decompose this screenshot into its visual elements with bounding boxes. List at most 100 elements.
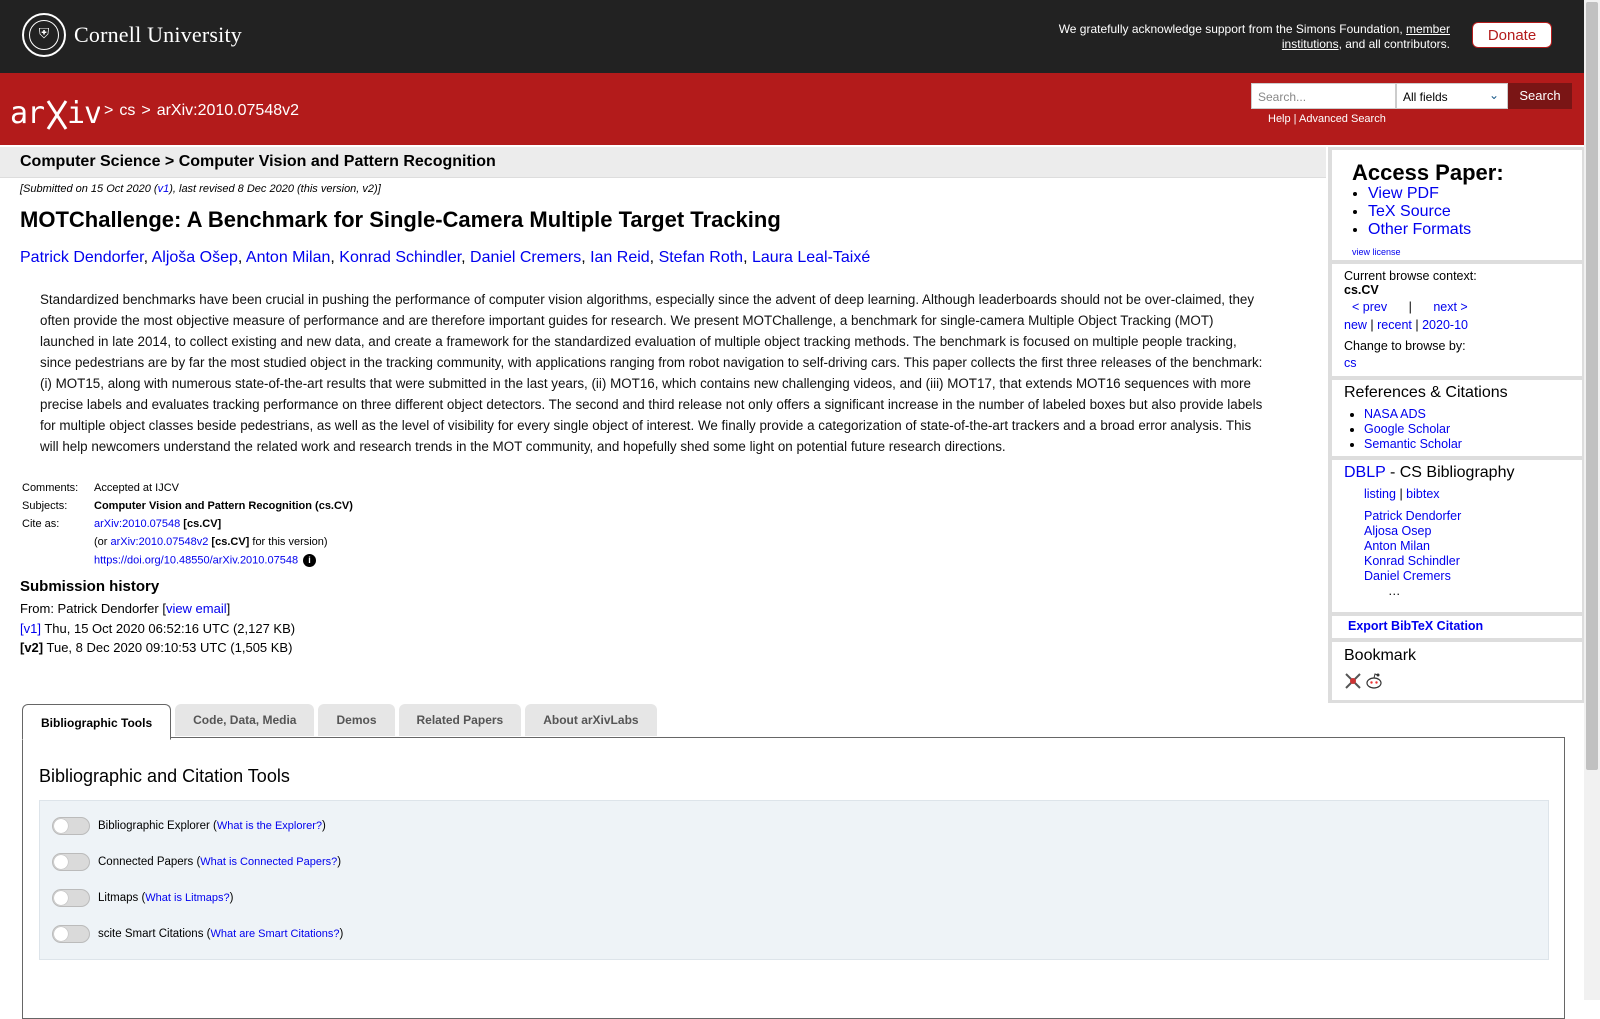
nasa-ads-link[interactable]: NASA ADS — [1364, 407, 1426, 421]
page-scrollbar[interactable] — [1584, 0, 1600, 1000]
author-link[interactable]: Anton Milan — [246, 249, 331, 266]
v1-link[interactable]: v1 — [158, 183, 170, 195]
references-heading: References & Citations — [1344, 384, 1508, 401]
dblp-link[interactable]: DBLP — [1344, 464, 1386, 481]
tools-list: Bibliographic Explorer (What is the Expl… — [39, 800, 1549, 960]
cite-value: arXiv:2010.07548 [cs.CV] — [92, 515, 355, 533]
prev-link[interactable]: < prev — [1352, 300, 1387, 314]
arxiv-logo[interactable]: ar iv — [10, 93, 100, 133]
v1-version-link[interactable]: [v1] — [20, 621, 41, 636]
month-link[interactable]: 2020-10 — [1422, 318, 1468, 332]
dblp-author-link[interactable]: Anton Milan — [1364, 539, 1430, 553]
export-bibtex-link[interactable]: Export BibTeX Citation — [1348, 619, 1483, 633]
empty-cell — [20, 533, 92, 551]
search-input[interactable]: Search... — [1251, 83, 1396, 109]
access-item: TeX Source — [1368, 203, 1471, 221]
cite-link[interactable]: arXiv:2010.07548 — [94, 518, 180, 530]
cornell-seal-icon: ⛨ — [22, 13, 66, 57]
advanced-search-link[interactable]: Advanced Search — [1299, 113, 1386, 125]
search-button[interactable]: Search — [1508, 83, 1572, 109]
tab-demos[interactable]: Demos — [318, 704, 395, 736]
breadcrumb-cs[interactable]: cs — [119, 102, 135, 119]
bibsonomy-icon[interactable] — [1344, 672, 1362, 690]
scite-toggle[interactable] — [52, 925, 90, 943]
search-field-select[interactable]: All fields ⌄ — [1396, 83, 1508, 109]
bookmark-box: Bookmark — [1332, 642, 1582, 700]
google-scholar-link[interactable]: Google Scholar — [1364, 422, 1450, 436]
v2-details: Tue, 8 Dec 2020 09:10:53 UTC (1,505 KB) — [43, 640, 293, 655]
litmaps-toggle[interactable] — [52, 889, 90, 907]
dblp-heading-rest: - CS Bibliography — [1385, 464, 1515, 481]
cornell-name: Cornell University — [74, 22, 242, 47]
breadcrumb-sep: > — [141, 102, 151, 119]
help-link[interactable]: Help — [1268, 113, 1291, 125]
doi-row: https://doi.org/10.48550/arXiv.2010.0754… — [20, 551, 355, 570]
dblp-listing-link[interactable]: listing — [1364, 487, 1396, 501]
tex-source-link[interactable]: TeX Source — [1368, 203, 1451, 220]
toggle-knob — [54, 855, 68, 869]
view-email-link[interactable]: view email — [166, 601, 227, 616]
info-icon[interactable]: i — [303, 554, 317, 567]
ref-item: Semantic Scholar — [1364, 437, 1462, 452]
dblp-author-link[interactable]: Daniel Cremers — [1364, 569, 1451, 583]
dblp-author-link[interactable]: Patrick Dendorfer — [1364, 509, 1461, 523]
access-item: Other Formats — [1368, 221, 1471, 239]
breadcrumb-paper-id: arXiv:2010.07548v2 — [156, 102, 300, 119]
subjects-row: Subjects: Computer Vision and Pattern Re… — [20, 497, 355, 515]
access-paper-heading: Access Paper: — [1352, 160, 1504, 185]
export-box: Export BibTeX Citation — [1332, 616, 1582, 638]
author-link[interactable]: Aljoša Ošep — [152, 249, 238, 266]
comments-label: Comments: — [22, 482, 79, 494]
recent-link[interactable]: recent — [1377, 318, 1412, 332]
dblp-author-link[interactable]: Konrad Schindler — [1364, 554, 1460, 568]
scrollbar-thumb[interactable] — [1586, 2, 1598, 770]
cornell-logo[interactable]: ⛨ Cornell University — [22, 13, 242, 57]
browse-context-value: cs.CV — [1344, 283, 1379, 297]
cite-version-row: (or arXiv:2010.07548v2 [cs.CV] for this … — [20, 533, 355, 551]
view-pdf-link[interactable]: View PDF — [1368, 185, 1439, 202]
tool-row-scite: scite Smart Citations (What are Smart Ci… — [52, 925, 343, 943]
author-link[interactable]: Ian Reid — [590, 249, 650, 266]
author-link[interactable]: Konrad Schindler — [339, 249, 461, 266]
dblp-more-ellipsis[interactable]: … — [1364, 584, 1461, 599]
tab-code-data-media[interactable]: Code, Data, Media — [175, 704, 315, 736]
reddit-icon[interactable] — [1365, 672, 1383, 690]
comments-row: Comments: Accepted at IJCV — [20, 479, 355, 497]
main-content: [Submitted on 15 Oct 2020 (v1), last rev… — [20, 180, 1310, 658]
what-is-connected-papers-link[interactable]: What is Connected Papers? — [200, 856, 337, 868]
next-link[interactable]: next > — [1433, 300, 1467, 314]
author-link[interactable]: Laura Leal-Taixé — [752, 249, 870, 266]
dblp-bibtex-link[interactable]: bibtex — [1406, 487, 1439, 501]
what-are-smart-citations-link[interactable]: What are Smart Citations? — [210, 928, 339, 940]
tab-related-papers[interactable]: Related Papers — [398, 704, 522, 736]
connected-papers-toggle[interactable] — [52, 853, 90, 871]
pipe-sep: | — [1408, 300, 1412, 314]
author-link[interactable]: Daniel Cremers — [470, 249, 581, 266]
doi-link[interactable]: https://doi.org/10.48550/arXiv.2010.0754… — [94, 554, 298, 566]
svg-text:ar: ar — [10, 96, 44, 131]
cite2-post: for this version) — [249, 536, 328, 548]
explorer-toggle[interactable] — [52, 817, 90, 835]
history-from: From: Patrick Dendorfer [view email] — [20, 599, 1310, 619]
toggle-knob — [54, 891, 68, 905]
browse-links: new | recent | 2020-10 — [1344, 318, 1468, 332]
subject-header: Computer Science > Computer Vision and P… — [0, 147, 1326, 178]
author-link[interactable]: Patrick Dendorfer — [20, 249, 144, 266]
arxiv-header: ar iv > cs > arXiv:2010.07548v2 Search... A… — [0, 73, 1584, 145]
semantic-scholar-link[interactable]: Semantic Scholar — [1364, 437, 1462, 451]
what-is-litmaps-link[interactable]: What is Litmaps? — [145, 892, 229, 904]
new-link[interactable]: new — [1344, 318, 1367, 332]
change-cs-link[interactable]: cs — [1344, 356, 1357, 370]
tab-about-arxivlabs[interactable]: About arXivLabs — [525, 704, 657, 736]
breadcrumb-sep: > — [104, 102, 114, 119]
donate-button[interactable]: Donate — [1472, 22, 1552, 48]
browse-context-label: Current browse context: — [1344, 269, 1477, 283]
labs-tabs: Bibliographic Tools Code, Data, Media De… — [22, 704, 661, 740]
other-formats-link[interactable]: Other Formats — [1368, 221, 1471, 238]
dblp-author-link[interactable]: Aljosa Osep — [1364, 524, 1431, 538]
what-is-explorer-link[interactable]: What is the Explorer? — [217, 820, 322, 832]
tab-bibliographic-tools[interactable]: Bibliographic Tools — [22, 704, 172, 740]
cite-version-link[interactable]: arXiv:2010.07548v2 — [111, 536, 209, 548]
author-link[interactable]: Stefan Roth — [659, 249, 744, 266]
view-license-link[interactable]: view license — [1352, 247, 1401, 257]
